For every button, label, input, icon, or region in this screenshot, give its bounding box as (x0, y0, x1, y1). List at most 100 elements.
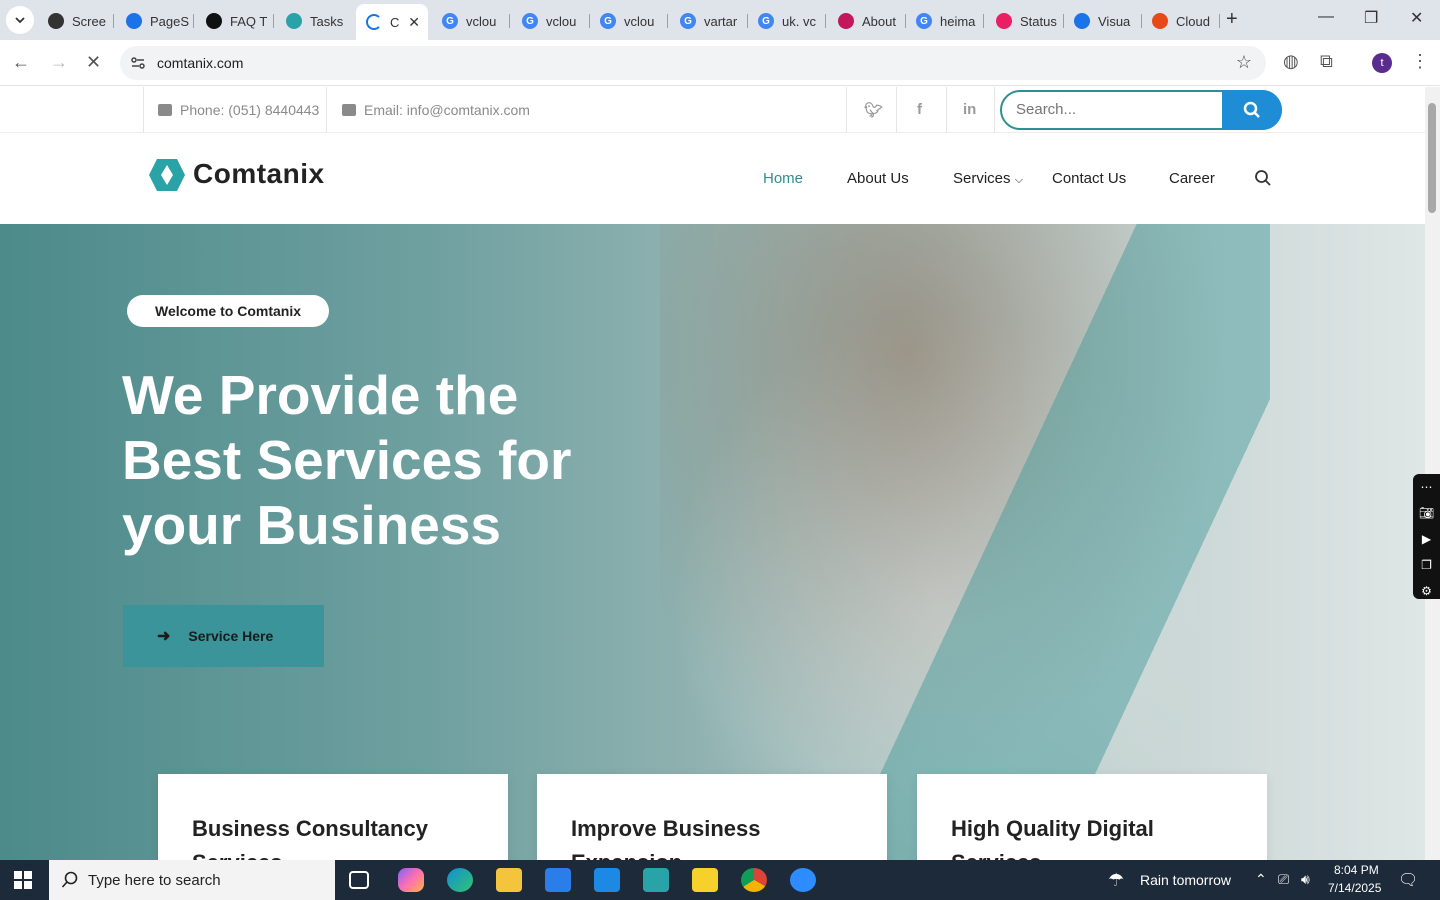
url-text[interactable]: comtanix.com (157, 55, 243, 71)
scrollbar-thumb[interactable] (1428, 103, 1436, 213)
browser-tab[interactable]: About (828, 6, 906, 36)
tab-search-button[interactable] (6, 6, 34, 34)
copilot-icon[interactable] (398, 868, 424, 892)
brand-name[interactable]: Comtanix (193, 158, 325, 190)
email-icon (342, 104, 356, 116)
taskbar-search-placeholder: Type here to search (88, 872, 221, 889)
show-hidden-icons-icon[interactable]: ⌃ (1255, 871, 1267, 888)
google-icon: G (916, 13, 932, 29)
nav-about-us[interactable]: About Us (847, 170, 909, 187)
browser-tab[interactable]: Visua (1064, 6, 1142, 36)
tab-title: Visua (1098, 13, 1131, 29)
address-toolbar: ← → ✕ comtanix.com ☆ ◍ ⧉ t ⋮ (0, 40, 1440, 86)
google-icon: G (758, 13, 774, 29)
more-icon[interactable]: ⋯ (1413, 474, 1440, 500)
tab-title: About (862, 13, 896, 29)
phone-contact[interactable]: Phone: (051) 8440443 (158, 87, 319, 133)
tab-favicon-icon (286, 13, 302, 29)
nav-contact-us[interactable]: Contact Us (1052, 170, 1126, 187)
welcome-badge: Welcome to Comtanix (127, 295, 329, 327)
logo-icon[interactable] (148, 158, 186, 192)
extensions-icon[interactable]: ⧉ (1320, 51, 1333, 72)
new-tab-icon[interactable]: + (1226, 8, 1238, 31)
service-card[interactable]: High Quality Digital Services (917, 774, 1267, 860)
site-search (1000, 90, 1282, 130)
facebook-icon[interactable]: f (917, 101, 922, 118)
tab-title: uk. vc (782, 13, 816, 29)
cta-label: Service Here (188, 628, 274, 644)
browser-tab[interactable]: G vclou (590, 6, 668, 36)
sticky-notes-icon[interactable] (692, 868, 718, 892)
app-icon[interactable] (643, 868, 669, 892)
close-window-icon[interactable]: ✕ (1410, 8, 1423, 28)
windows-start-icon[interactable] (14, 871, 32, 889)
nav-home[interactable]: Home (763, 170, 803, 187)
twitter-icon[interactable]: 🐦︎ (864, 101, 883, 119)
bookmark-star-icon[interactable]: ☆ (1236, 52, 1252, 73)
file-explorer-icon[interactable] (496, 868, 522, 892)
clock-date[interactable]: 7/14/2025 (1328, 881, 1381, 895)
stop-loading-icon[interactable]: ✕ (86, 52, 101, 73)
restore-icon[interactable]: ❐ (1364, 8, 1378, 28)
notifications-icon[interactable]: 🗨︎ (1398, 870, 1418, 890)
hero-diagonal-shape (850, 224, 1270, 860)
tab-title: PageS (150, 13, 190, 29)
browser-tab[interactable]: FAQ T (196, 6, 274, 36)
back-icon[interactable]: ← (12, 52, 30, 73)
nav-career[interactable]: Career (1169, 170, 1215, 187)
browser-tab-active[interactable]: C ✕ (356, 4, 428, 40)
browser-tab[interactable]: Status (986, 6, 1064, 36)
gear-icon[interactable]: ⚙ (1413, 578, 1440, 604)
tab-favicon-icon (48, 13, 64, 29)
network-icon[interactable]: ⎚ (1278, 871, 1289, 888)
taskbar-search[interactable]: Type here to search (49, 860, 335, 900)
email-contact[interactable]: Email: info@comtanix.com (342, 87, 530, 133)
top-info-bar: Phone: (051) 8440443 Email: info@comtani… (0, 87, 1425, 133)
browser-tab[interactable]: G vclou (512, 6, 590, 36)
service-here-button[interactable]: ➜ Service Here (123, 605, 324, 667)
site-settings-icon[interactable] (130, 55, 146, 71)
site-search-input[interactable] (1016, 101, 1216, 118)
site-search-button[interactable] (1222, 90, 1282, 130)
zoom-icon[interactable] (790, 868, 816, 892)
arrow-right-icon: ➜ (157, 628, 171, 645)
task-view-icon[interactable] (349, 871, 369, 889)
browser-tab[interactable]: G vclou (432, 6, 510, 36)
mail-icon[interactable] (594, 868, 620, 892)
profile-avatar[interactable]: t (1372, 53, 1392, 73)
weather-text[interactable]: Rain tomorrow (1140, 872, 1231, 888)
windows-taskbar: Type here to search ☂ Rain tomorrow ⌃ ⎚ … (0, 860, 1440, 900)
browser-tab[interactable]: Tasks (276, 6, 354, 36)
site-header: Comtanix Home About Us Services ⌵ Contac… (0, 134, 1425, 224)
tab-title: FAQ T (230, 13, 268, 29)
linkedin-icon[interactable]: in (963, 101, 976, 118)
video-icon[interactable]: ▶ (1413, 526, 1440, 552)
service-card[interactable]: Improve Business Expansion (537, 774, 887, 860)
browser-tab[interactable]: G vartar (670, 6, 748, 36)
browser-tab[interactable]: Cloud (1142, 6, 1220, 36)
browser-tab[interactable]: PageS (116, 6, 194, 36)
nav-services[interactable]: Services ⌵ (953, 170, 1023, 187)
camera-icon[interactable]: 📷︎ (1413, 500, 1440, 526)
phone-icon (158, 104, 172, 116)
google-icon: G (442, 13, 458, 29)
service-card[interactable]: Business Consultancy Services (158, 774, 508, 860)
minimize-icon[interactable]: — (1318, 8, 1334, 26)
browser-tab[interactable]: G heima (906, 6, 984, 36)
forward-icon[interactable]: → (50, 52, 68, 73)
header-search-icon[interactable] (1254, 169, 1272, 187)
hero-title: We Provide the Best Services for your Bu… (122, 364, 572, 556)
browser-tab[interactable]: G uk. vc (748, 6, 826, 36)
edge-icon[interactable] (447, 868, 473, 892)
close-tab-icon[interactable]: ✕ (408, 14, 420, 31)
menu-kebab-icon[interactable]: ⋮ (1411, 51, 1429, 72)
browser-tab[interactable]: Scree (38, 6, 114, 36)
tab-favicon-icon (996, 13, 1012, 29)
chrome-icon[interactable] (741, 868, 767, 892)
translate-icon[interactable]: ◍ (1283, 51, 1299, 72)
volume-icon[interactable]: 🔊︎ (1301, 871, 1310, 888)
omnibox[interactable]: comtanix.com ☆ (120, 46, 1266, 80)
window-icon[interactable]: ❐ (1413, 552, 1440, 578)
microsoft-store-icon[interactable] (545, 868, 571, 892)
clock-time[interactable]: 8:04 PM (1334, 863, 1379, 877)
